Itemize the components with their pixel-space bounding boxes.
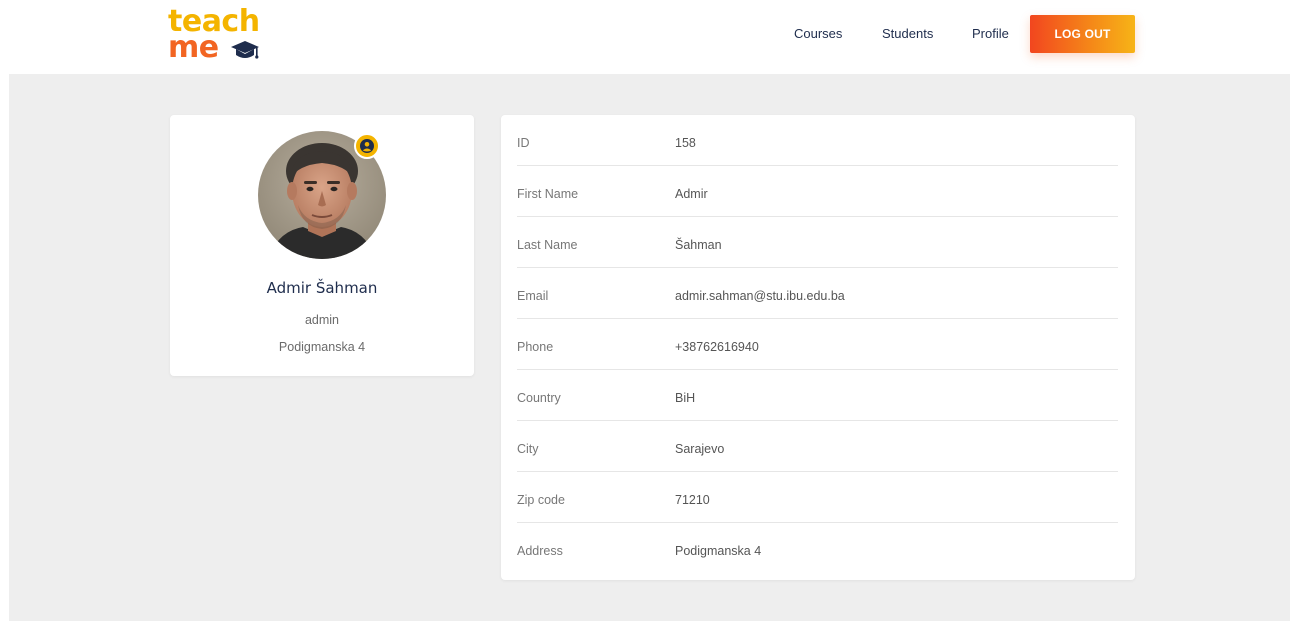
profile-details-card: ID 158 First Name Admir Last Name Šahman… [501, 115, 1135, 580]
detail-label: Zip code [517, 493, 565, 507]
nav-courses-link[interactable]: Courses [794, 26, 842, 41]
detail-label: Last Name [517, 238, 578, 252]
detail-value: 158 [675, 136, 696, 150]
detail-label: Address [517, 544, 563, 558]
detail-label: First Name [517, 187, 579, 201]
profile-address: Podigmanska 4 [278, 340, 366, 354]
detail-label: Country [517, 391, 561, 405]
detail-value: +38762616940 [675, 340, 759, 354]
nav-students-link[interactable]: Students [882, 26, 933, 41]
detail-row-email: Email admir.sahman@stu.ibu.edu.ba [517, 268, 1118, 319]
detail-row-address: Address Podigmanska 4 [517, 523, 1118, 574]
detail-value: BiH [675, 391, 696, 405]
detail-label: Email [517, 289, 549, 303]
graduation-cap-icon [231, 41, 259, 59]
detail-row-zip-code: Zip code 71210 [517, 472, 1118, 523]
detail-label: ID [517, 136, 530, 150]
detail-row-first-name: First Name Admir [517, 166, 1118, 217]
detail-value: Admir [675, 187, 708, 201]
logout-button[interactable]: LOG OUT [1030, 15, 1135, 53]
logo-text-me: me [168, 30, 219, 65]
detail-label: City [517, 442, 539, 456]
detail-row-country: Country BiH [517, 370, 1118, 421]
profile-role: admin [304, 313, 340, 327]
detail-row-last-name: Last Name Šahman [517, 217, 1118, 268]
user-badge-icon [354, 133, 380, 159]
top-navbar: teach me Courses Students Profile LOG OU… [0, 0, 1299, 74]
nav-profile-link[interactable]: Profile [972, 26, 1009, 41]
detail-label: Phone [517, 340, 554, 354]
detail-row-id: ID 158 [517, 115, 1118, 166]
profile-card: Admir Šahman admin Podigmanska 4 [170, 115, 474, 376]
detail-row-city: City Sarajevo [517, 421, 1118, 472]
detail-value: 71210 [675, 493, 710, 507]
avatar-container [258, 131, 386, 259]
detail-value: Sarajevo [675, 442, 725, 456]
detail-row-phone: Phone +38762616940 [517, 319, 1118, 370]
teachme-logo[interactable]: teach me [168, 7, 268, 66]
detail-value: Šahman [675, 238, 722, 252]
profile-name: Admir Šahman [266, 279, 378, 297]
detail-value: Podigmanska 4 [675, 544, 762, 558]
detail-value: admir.sahman@stu.ibu.edu.ba [675, 289, 845, 303]
